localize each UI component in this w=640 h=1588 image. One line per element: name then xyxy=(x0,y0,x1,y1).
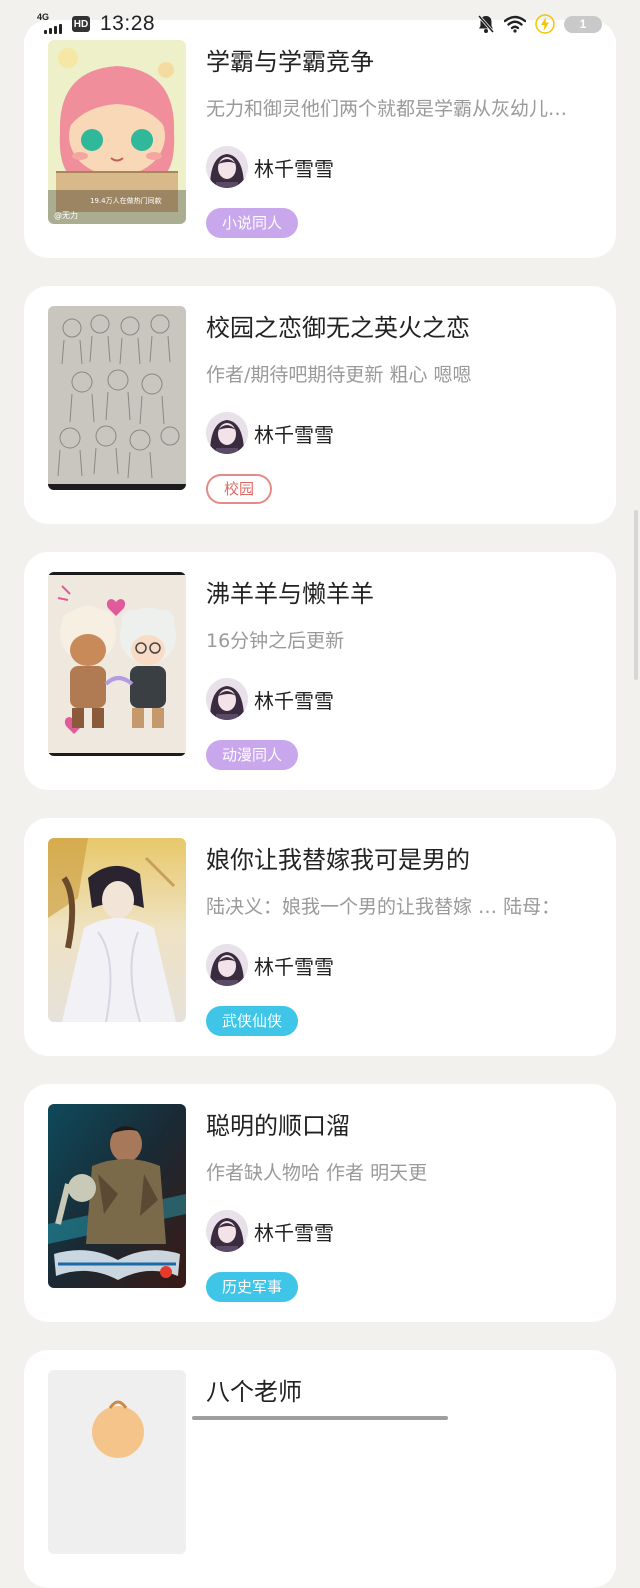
book-card[interactable]: 沸羊羊与懒羊羊 16分钟之后更新 林千雪雪 动漫同人 xyxy=(24,552,616,790)
author-row[interactable]: 林千雪雪 xyxy=(206,412,334,454)
author-row[interactable]: 林千雪雪 xyxy=(206,146,334,188)
book-description: 16分钟之后更新 xyxy=(206,630,345,652)
book-card[interactable]: 娘你让我替嫁我可是男的 陆决义：娘我一个男的让我替嫁 … 陆母： 林千雪雪 武侠… xyxy=(24,818,616,1056)
chibi-sheep-hearts-cover xyxy=(48,572,186,756)
category-tag[interactable]: 小说同人 xyxy=(206,208,299,238)
author-row[interactable]: 林千雪雪 xyxy=(206,678,334,720)
signal-icon: 4G xyxy=(36,12,64,35)
author-name: 林千雪雪 xyxy=(254,954,334,979)
book-title: 聪明的顺口溜 xyxy=(206,1112,350,1140)
book-title: 八个老师 xyxy=(206,1378,302,1406)
mute-bell-icon xyxy=(477,14,495,34)
category-tag[interactable]: 武侠仙侠 xyxy=(206,1006,299,1036)
category-tag[interactable]: 历史军事 xyxy=(206,1272,299,1302)
avatar xyxy=(206,146,248,188)
category-tag[interactable]: 校园 xyxy=(206,474,273,504)
book-card[interactable]: 校园之恋御无之英火之恋 作者/期待吧期待更新 粗心 嗯嗯 林千雪雪 校园 xyxy=(24,286,616,524)
book-description: 作者缺人物哈 作者 明天更 xyxy=(206,1162,428,1184)
cover-watermark: @无力 xyxy=(54,210,78,220)
cartoon-head-cover xyxy=(48,1370,186,1554)
soldier-action-poster-cover xyxy=(48,1104,186,1288)
author-row[interactable]: 林千雪雪 xyxy=(206,944,334,986)
home-indicator[interactable] xyxy=(192,1416,448,1420)
book-card[interactable]: 八个老师 xyxy=(24,1350,616,1588)
category-tag[interactable]: 动漫同人 xyxy=(206,740,299,770)
scrollbar[interactable] xyxy=(634,510,638,680)
author-name: 林千雪雪 xyxy=(254,1220,334,1245)
book-description: 作者/期待吧期待更新 粗心 嗯嗯 xyxy=(206,364,472,386)
author-name: 林千雪雪 xyxy=(254,688,334,713)
book-title: 沸羊羊与懒羊羊 xyxy=(206,580,374,608)
charging-icon xyxy=(535,14,555,34)
avatar xyxy=(206,944,248,986)
battery-icon: 1 xyxy=(564,15,602,33)
book-card[interactable]: 聪明的顺口溜 作者缺人物哈 作者 明天更 林千雪雪 历史军事 xyxy=(24,1084,616,1322)
clock: 13:28 xyxy=(100,12,156,35)
network-type: 4G xyxy=(37,12,50,22)
pencil-sketch-characters-cover xyxy=(48,306,186,490)
avatar xyxy=(206,412,248,454)
avatar xyxy=(206,1210,248,1252)
book-title: 娘你让我替嫁我可是男的 xyxy=(206,846,470,874)
status-bar: 4G HD 13:28 1 xyxy=(0,0,640,48)
book-description: 无力和御灵他们两个就都是学霸从灰幼儿园开始就是 xyxy=(206,98,586,120)
avatar xyxy=(206,678,248,720)
author-row[interactable]: 林千雪雪 xyxy=(206,1210,334,1252)
author-name: 林千雪雪 xyxy=(254,156,334,181)
book-description: 陆决义：娘我一个男的让我替嫁 … 陆母： xyxy=(206,896,561,918)
wifi-icon xyxy=(504,15,526,33)
hd-badge: HD xyxy=(72,16,90,32)
cover-caption: 19.4万人在做热门同款 xyxy=(90,196,162,205)
book-title: 校园之恋御无之英火之恋 xyxy=(206,314,470,342)
white-robed-swordsman-cover xyxy=(48,838,186,1022)
author-name: 林千雪雪 xyxy=(254,422,334,447)
book-card[interactable]: 19.4万人在做热门同款 @无力 学霸与学霸竞争 无力和御灵他们两个就都是学霸从… xyxy=(24,20,616,258)
cartoon-pink-hair-girl-cover: 19.4万人在做热门同款 @无力 xyxy=(48,40,186,224)
